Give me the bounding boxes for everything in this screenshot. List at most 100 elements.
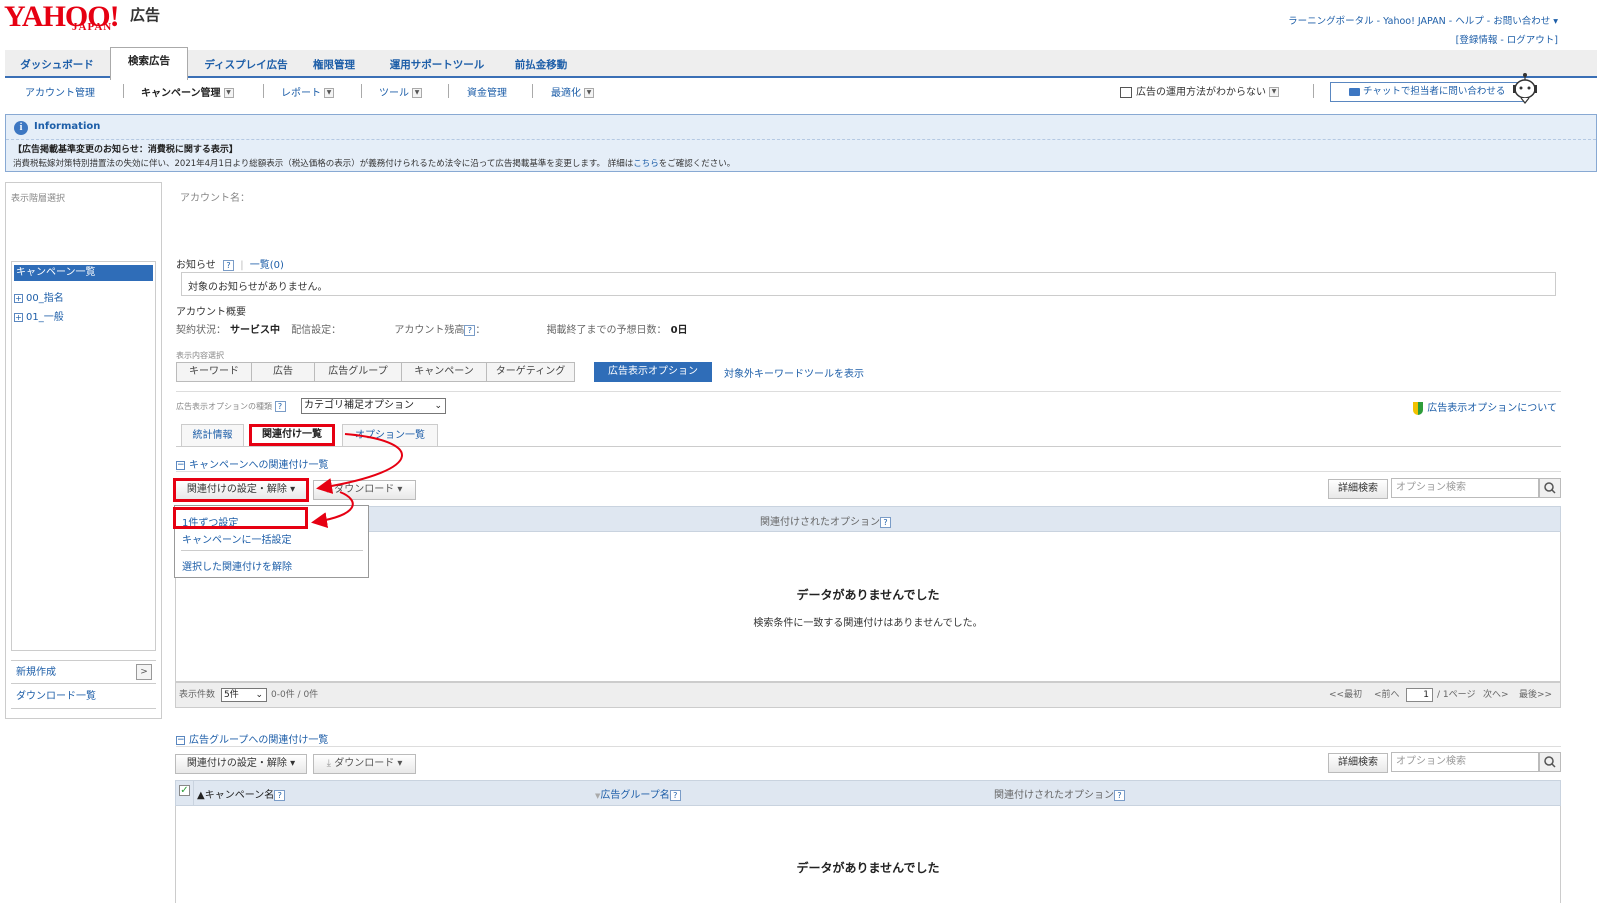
chat-button[interactable]: チャットで担当者に問い合わせる [1330, 82, 1524, 102]
page-size-value: 5件 [224, 690, 239, 700]
pager-next[interactable]: 次へ> [1483, 683, 1509, 707]
help-icon[interactable]: ? [669, 789, 681, 801]
help-icon[interactable]: ? [274, 789, 286, 801]
tab-permissions[interactable]: 権限管理 [303, 52, 365, 78]
column-label: 広告グループ名 [600, 790, 670, 801]
sidebar: 表示階層選択 キャンペーン一覧 +00_指名 +01_一般 新規作成 > ダウンロ… [5, 182, 162, 719]
column-campaign-name[interactable]: ▲キャンペーン名? [197, 786, 286, 801]
tab-search-ads[interactable]: 検索広告 [110, 47, 188, 80]
tab-statistics[interactable]: 統計情報 [181, 424, 244, 446]
chevron-down-icon: ⌄ [434, 401, 442, 411]
page-total: / 1ページ [1437, 690, 1476, 700]
nav-campaign-management[interactable]: キャンペーン管理 ▼ [141, 84, 234, 99]
tab-ad-display-options[interactable]: 広告表示オプション [594, 362, 712, 382]
info-body-end: をご確認ください。 [658, 159, 736, 169]
tab-support-tools[interactable]: 運用サポートツール [375, 52, 499, 78]
top-links-account[interactable]: [登録情報 - ログアウト] [1288, 31, 1558, 50]
tab-dashboard[interactable]: ダッシュボード [5, 52, 109, 78]
notice-list-link[interactable]: 一覧(0) [250, 260, 284, 271]
top-links-help[interactable]: ラーニングポータル - Yahoo! JAPAN - ヘルプ - お問い合わせ … [1288, 12, 1558, 31]
chevron-down-icon[interactable]: ▼ [324, 88, 334, 98]
help-icon[interactable]: ? [880, 516, 891, 528]
expand-icon[interactable]: + [14, 293, 23, 303]
info-detail-link[interactable]: こちら [633, 159, 659, 169]
download-list-link[interactable]: ダウンロード一覧 [11, 685, 156, 709]
help-icon[interactable]: ? [223, 259, 234, 271]
tab-prepay-transfer[interactable]: 前払金移動 [500, 52, 582, 78]
option-search-input[interactable]: オプション検索 [1391, 752, 1539, 772]
page-size-select[interactable]: 5件 ⌄ [221, 688, 267, 702]
nav-tools[interactable]: ツール ▼ [379, 84, 422, 99]
tab-display-ads[interactable]: ディスプレイ広告 [191, 52, 301, 78]
tab-ad[interactable]: 広告 [251, 362, 315, 382]
detail-search-button[interactable]: 詳細検索 [1328, 479, 1388, 499]
help-icon[interactable]: ? [464, 324, 476, 336]
collapse-icon[interactable]: − [176, 460, 185, 470]
tree-item-campaign[interactable]: +01_一般 [14, 308, 64, 323]
tab-campaign[interactable]: キャンペーン [401, 362, 487, 382]
chevron-down-icon[interactable]: ▼ [412, 88, 422, 98]
select-all-checkbox[interactable]: ✓ [179, 785, 190, 796]
no-data-message: 検索条件に一致する関連付けはありませんでした。 [753, 618, 983, 629]
negative-keyword-tool-link[interactable]: 対象外キーワードツールを表示 [724, 365, 864, 380]
tab-adgroup[interactable]: 広告グループ [314, 362, 402, 382]
option-type-value: カテゴリ補足オプション [304, 400, 414, 411]
table-header: ✓ ▲キャンペーン名? ▼広告グループ名? 関連付けされたオプション? [175, 780, 1561, 806]
search-icon[interactable] [1539, 478, 1561, 498]
nav-report[interactable]: レポート ▼ [281, 84, 334, 99]
help-icon[interactable]: ? [1114, 789, 1125, 801]
menu-item-bulk-set-campaign[interactable]: キャンペーンに一括設定 [182, 531, 292, 546]
download-button[interactable]: ⤓ ダウンロード ▾ [313, 754, 416, 774]
help-icon[interactable]: ? [274, 401, 286, 412]
chevron-right-icon[interactable]: > [136, 664, 152, 680]
nav-help-question[interactable]: 広告の運用方法がわからない ▼ [1120, 83, 1279, 98]
beginner-leaf-icon [1413, 401, 1424, 415]
menu-item-remove-selected[interactable]: 選択した関連付けを解除 [182, 558, 292, 573]
association-settings-button[interactable]: 関連付けの設定・解除 ▾ [175, 754, 307, 774]
column-associated-options[interactable]: 関連付けされたオプション? [994, 786, 1125, 801]
pager-prev[interactable]: <前へ [1374, 683, 1400, 707]
collapse-icon[interactable]: − [176, 735, 185, 745]
column-associated-options[interactable]: 関連付けされたオプション? [760, 513, 891, 528]
account-overview: 契約状況： サービス中 配信設定： アカウント残高?： 掲載終了までの予想日数： 0… [176, 321, 688, 336]
divider [6, 139, 1596, 140]
column-adgroup-name[interactable]: ▼広告グループ名? [595, 786, 681, 801]
divider [176, 391, 1561, 392]
section-adgroup-associations-title[interactable]: − 広告グループへの関連付け一覧 [176, 731, 328, 746]
chevron-down-icon[interactable]: ▼ [584, 88, 594, 98]
option-type-select[interactable]: カテゴリ補足オプション ⌄ [301, 398, 446, 414]
option-search-input[interactable]: オプション検索 [1391, 478, 1539, 498]
detail-search-button[interactable]: 詳細検索 [1328, 753, 1388, 773]
pager-first[interactable]: <<最初 [1329, 683, 1362, 707]
nav-funds[interactable]: 資金管理 [467, 84, 507, 99]
expand-icon[interactable]: + [14, 312, 23, 322]
account-name-label: アカウント名： [180, 193, 250, 204]
chat-button-label: チャットで担当者に問い合わせる [1363, 86, 1506, 97]
delivery-label: 配信設定： [291, 325, 342, 336]
divider [1313, 84, 1314, 98]
column-label: ▲キャンペーン名 [197, 790, 275, 801]
tree-item-campaign[interactable]: +00_指名 [14, 289, 64, 304]
new-create-button[interactable]: 新規作成 > [11, 660, 156, 684]
view-select-label: 表示内容選択 [176, 351, 224, 360]
about-options-link[interactable]: 広告表示オプションについて [1413, 399, 1557, 415]
tree-item-campaign-list[interactable]: キャンペーン一覧 [14, 265, 153, 281]
nav-account-management[interactable]: アカウント管理 [25, 84, 95, 99]
page-number-input[interactable]: 1 [1406, 688, 1433, 702]
divider [448, 84, 449, 98]
nav-optimize[interactable]: 最適化 ▼ [551, 84, 594, 99]
column-label: 関連付けされたオプション [760, 517, 880, 528]
pager-last[interactable]: 最後>> [1519, 683, 1552, 707]
tab-targeting[interactable]: ターゲティング [486, 362, 575, 382]
chevron-down-icon[interactable]: ▼ [223, 88, 234, 98]
nav-report-label: レポート [281, 88, 321, 99]
top-links[interactable]: ラーニングポータル - Yahoo! JAPAN - ヘルプ - お問い合わせ … [1288, 12, 1558, 50]
contract-value: サービス中 [230, 325, 280, 336]
count-label: 表示件数 [179, 690, 216, 700]
chevron-down-icon[interactable]: ▼ [1269, 87, 1279, 97]
main-tabs: ダッシュボード 検索広告 ディスプレイ広告 権限管理 運用サポートツール 前払金… [5, 47, 1597, 80]
nav-campaign-label: キャンペーン管理 [141, 88, 221, 99]
tab-keyword[interactable]: キーワード [176, 362, 252, 382]
table-body: データがありませんでした 検索条件に一致する関連付けはありませんでした。 [175, 532, 1561, 682]
search-icon[interactable] [1539, 752, 1561, 772]
